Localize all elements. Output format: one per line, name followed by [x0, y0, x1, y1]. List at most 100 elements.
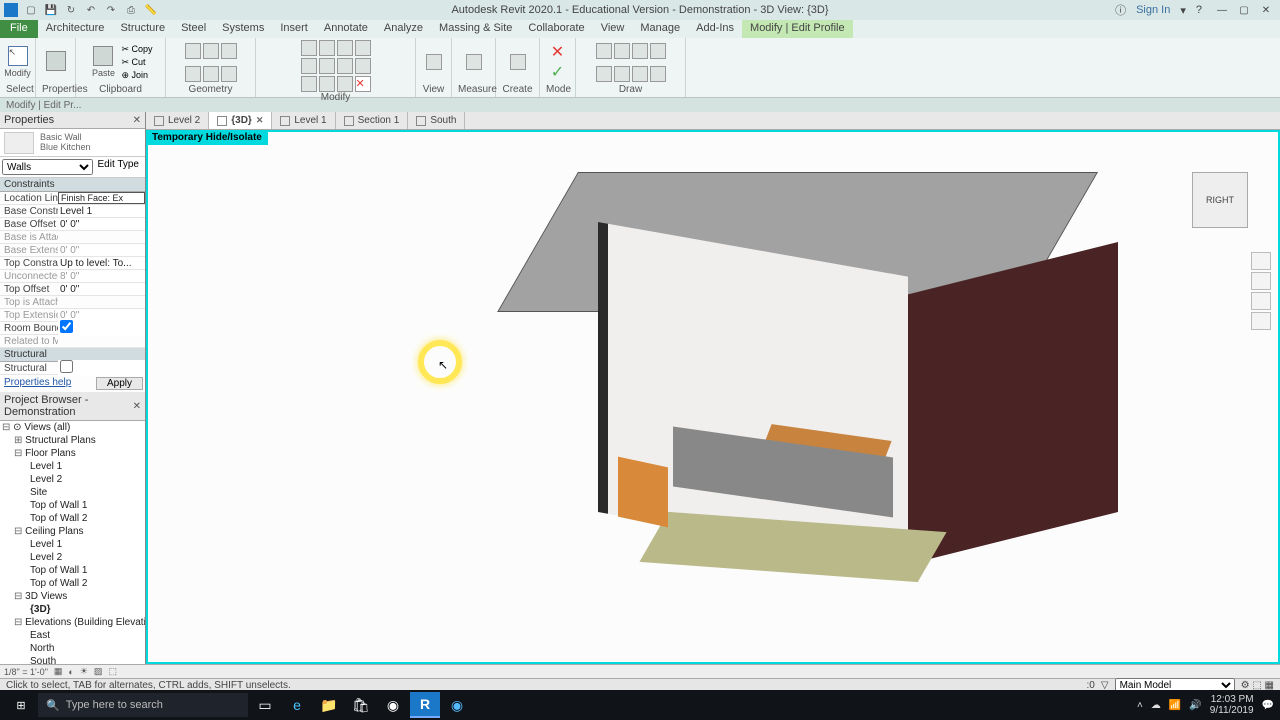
- edit-type-button[interactable]: Edit Type: [93, 159, 143, 175]
- cut-button[interactable]: ✂ Cut: [121, 57, 152, 68]
- paste-button[interactable]: Paste: [88, 44, 118, 80]
- measure-icon[interactable]: 📏: [144, 3, 158, 17]
- property-value[interactable]: [58, 360, 145, 376]
- polygon-icon[interactable]: [632, 43, 648, 59]
- file-menu[interactable]: File: [0, 20, 38, 38]
- spline-icon[interactable]: [614, 66, 630, 82]
- exchange-icon[interactable]: ▾: [1180, 4, 1186, 17]
- view-tab-level2[interactable]: Level 2: [146, 112, 209, 129]
- volume-icon[interactable]: 🔊: [1189, 700, 1201, 711]
- offset-icon[interactable]: [337, 58, 353, 74]
- nav-orbit-icon[interactable]: [1251, 312, 1271, 330]
- property-value[interactable]: Finish Face: Ex: [58, 192, 145, 204]
- property-value[interactable]: 0' 0": [58, 245, 145, 256]
- property-value[interactable]: Up to level: To...: [58, 258, 145, 269]
- explorer-icon[interactable]: 📁: [314, 692, 344, 718]
- tree-item[interactable]: South: [0, 655, 145, 664]
- minimize-button[interactable]: —: [1212, 2, 1232, 18]
- geom-tool-icon[interactable]: [185, 43, 201, 59]
- geom-tool-icon[interactable]: [221, 66, 237, 82]
- info-icon[interactable]: ⓘ: [1115, 2, 1126, 18]
- menu-collaborate[interactable]: Collaborate: [520, 20, 592, 38]
- finish-edit-icon[interactable]: ✓: [551, 62, 564, 82]
- tray-up-icon[interactable]: ˄: [1137, 700, 1143, 711]
- rect-icon[interactable]: [614, 43, 630, 59]
- split-icon[interactable]: [355, 58, 371, 74]
- properties-help-link[interactable]: Properties help: [2, 377, 96, 390]
- tab-close-icon[interactable]: ✕: [256, 115, 264, 126]
- tree-item[interactable]: Site: [0, 486, 145, 499]
- pick-icon[interactable]: [650, 66, 666, 82]
- tree-item[interactable]: Elevations (Building Elevation: [0, 616, 145, 629]
- tree-item[interactable]: Level 1: [0, 538, 145, 551]
- menu-manage[interactable]: Manage: [632, 20, 688, 38]
- sun-path-icon[interactable]: ☀: [80, 666, 88, 677]
- 3d-canvas[interactable]: ↖ RIGHT: [146, 130, 1280, 664]
- search-input[interactable]: 🔍 Type here to search: [38, 693, 248, 717]
- property-value[interactable]: Level 1: [58, 206, 145, 217]
- scale-display[interactable]: 1/8" = 1'-0": [4, 667, 48, 677]
- tree-item[interactable]: Top of Wall 2: [0, 577, 145, 590]
- tree-item[interactable]: Top of Wall 1: [0, 564, 145, 577]
- property-value[interactable]: 8' 0": [58, 271, 145, 282]
- clock[interactable]: 12:03 PM 9/11/2019: [1210, 694, 1254, 716]
- move-icon[interactable]: [301, 40, 317, 56]
- property-checkbox[interactable]: [60, 320, 73, 333]
- revit-taskbar-icon[interactable]: R: [410, 692, 440, 718]
- menu-annotate[interactable]: Annotate: [316, 20, 376, 38]
- rotate-icon[interactable]: [337, 40, 353, 56]
- view-tool-icon[interactable]: [426, 54, 442, 70]
- wifi-icon[interactable]: 📶: [1169, 700, 1181, 711]
- print-icon[interactable]: ⎙: [124, 3, 138, 17]
- nav-wheel-icon[interactable]: [1251, 252, 1271, 270]
- menu-steel[interactable]: Steel: [173, 20, 214, 38]
- recording-icon[interactable]: ◉: [442, 692, 472, 718]
- view-tab-level1[interactable]: Level 1: [272, 112, 335, 129]
- copy-button[interactable]: ✂ Copy: [121, 44, 152, 55]
- tree-item[interactable]: Structural Plans: [0, 434, 145, 447]
- constraints-section[interactable]: Constraints: [0, 178, 145, 192]
- nav-zoom-icon[interactable]: [1251, 292, 1271, 310]
- geom-tool-icon[interactable]: [185, 66, 201, 82]
- tree-item[interactable]: Floor Plans: [0, 447, 145, 460]
- sign-in-link[interactable]: Sign In: [1136, 4, 1170, 16]
- properties-close-icon[interactable]: ✕: [133, 115, 141, 126]
- properties-icon[interactable]: [42, 44, 69, 80]
- property-value[interactable]: 0' 0": [58, 284, 145, 295]
- store-icon[interactable]: 🛍: [346, 692, 376, 718]
- crop-icon[interactable]: ⬚: [108, 666, 117, 677]
- arc-icon[interactable]: [596, 66, 612, 82]
- tree-item[interactable]: Top of Wall 2: [0, 512, 145, 525]
- detail-level-icon[interactable]: ▦: [54, 666, 63, 677]
- delete-icon[interactable]: ✕: [355, 76, 371, 92]
- cancel-edit-icon[interactable]: ✕: [551, 42, 564, 62]
- chrome-icon[interactable]: ◉: [378, 692, 408, 718]
- viewcube[interactable]: RIGHT: [1192, 172, 1248, 228]
- visual-style-icon[interactable]: ◐: [68, 667, 73, 677]
- mirror-icon[interactable]: [301, 58, 317, 74]
- circle-icon[interactable]: [650, 43, 666, 59]
- redo-icon[interactable]: ↷: [104, 3, 118, 17]
- property-value[interactable]: [58, 320, 145, 336]
- menu-architecture[interactable]: Architecture: [38, 20, 113, 38]
- tree-item[interactable]: North: [0, 642, 145, 655]
- tree-item[interactable]: 3D Views: [0, 590, 145, 603]
- structural-checkbox[interactable]: [60, 360, 73, 373]
- menu-addins[interactable]: Add-Ins: [688, 20, 742, 38]
- copy-icon[interactable]: [319, 40, 335, 56]
- trim-icon[interactable]: [355, 40, 371, 56]
- align-icon[interactable]: [319, 58, 335, 74]
- view-tab-south[interactable]: South: [408, 112, 465, 129]
- taskview-icon[interactable]: ▭: [250, 692, 280, 718]
- tree-item[interactable]: {3D}: [0, 603, 145, 616]
- measure-icon[interactable]: [466, 54, 482, 70]
- close-button[interactable]: ✕: [1256, 2, 1276, 18]
- join-button[interactable]: ⊕ Join: [121, 70, 152, 81]
- ellipse-icon[interactable]: [632, 66, 648, 82]
- tree-item[interactable]: Level 1: [0, 460, 145, 473]
- help-icon[interactable]: ?: [1196, 4, 1202, 16]
- menu-systems[interactable]: Systems: [214, 20, 272, 38]
- menu-modify-edit-profile[interactable]: Modify | Edit Profile: [742, 20, 853, 38]
- menu-analyze[interactable]: Analyze: [376, 20, 431, 38]
- notifications-icon[interactable]: 💬: [1262, 700, 1274, 711]
